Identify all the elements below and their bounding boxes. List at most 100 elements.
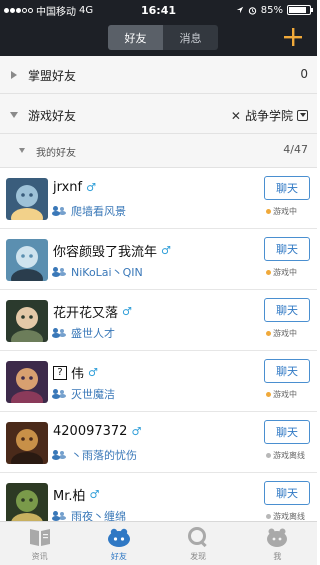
avatar-image [6,483,48,525]
server-filter-label: 战争学院 [244,109,293,123]
avatar[interactable] [6,239,48,281]
avatar[interactable] [6,483,48,525]
subgroup-label: 我的好友 [36,148,76,159]
friend-name-text: Mr.柏 [53,489,86,504]
people-icon [52,511,67,521]
people-icon [52,206,67,216]
avatar-image [6,422,48,464]
crossed-swords-icon: ✕ [230,108,241,123]
battery-fill [289,7,306,13]
chat-button[interactable]: 聊天 [264,298,310,322]
status-right: 85% [236,0,313,20]
tab-profile[interactable]: 我 [238,522,317,565]
tab-label: 发现 [190,552,207,561]
chat-button[interactable]: 聊天 [264,481,310,505]
friend-name-text: 420097372 [53,424,128,439]
presence-text: 游戏离线 [273,451,305,460]
add-friend-button[interactable] [279,23,307,51]
chat-button[interactable]: 聊天 [264,176,310,200]
people-icon [52,267,67,277]
presence-text: 游戏中 [273,207,297,216]
male-gender-icon: ♂ [88,366,98,379]
friend-name: 你容颜毁了我流年 ♂ [53,241,171,260]
tab-label: 好友 [110,552,127,561]
avatar[interactable] [6,361,48,403]
friend-row[interactable]: ? 伟 ♂ 灭世魔洁 聊天 游戏中 [0,351,317,412]
avatar[interactable] [6,300,48,342]
avatar[interactable] [6,422,48,464]
friend-game-name: 爬墙看风景 [52,203,126,219]
male-gender-icon: ♂ [89,488,100,501]
server-filter[interactable]: ✕ 战争学院 [231,107,308,124]
avatar[interactable] [6,178,48,220]
friend-row[interactable]: 花开花又落 ♂ 盛世人才 聊天 游戏中 [0,290,317,351]
people-icon [52,389,67,399]
friend-name-text: 伟 [71,367,85,382]
friend-game-name: 丶雨落的忧伤 [52,447,137,463]
presence-text: 游戏中 [273,390,297,399]
segmented-control: 好友 消息 [108,25,218,50]
alarm-clock-icon [248,6,256,15]
friend-row[interactable]: jrxnf ♂ 爬墙看风景 聊天 游戏中 [0,168,317,229]
male-gender-icon: ♂ [122,305,132,318]
tab-discover[interactable]: 发现 [159,522,238,565]
group-label: 游戏好友 [28,109,77,123]
group-game-friends[interactable]: 游戏好友 ✕ 战争学院 [0,94,317,134]
caret-down-icon [10,112,18,118]
male-gender-icon: ♂ [86,181,96,194]
location-arrow-icon [236,6,243,14]
people-icon [52,328,67,338]
friend-name: jrxnf ♂ [53,180,96,195]
presence-text: 游戏中 [273,268,297,277]
news-book-icon [29,529,50,546]
caret-right-icon [11,71,17,79]
game-name-text: 盛世人才 [71,327,115,340]
game-name-text: 丶雨落的忧伤 [71,449,137,462]
status-dot-icon [266,453,271,458]
chat-button[interactable]: 聊天 [264,359,310,383]
group-alliance-friends[interactable]: 掌盟好友 0 [0,56,317,94]
group-count: 0 [300,67,308,81]
game-name-text: NiKoLai丶QIN [71,266,143,279]
friend-name-text: jrxnf [53,180,83,195]
friend-name: 花开花又落 ♂ [53,302,132,321]
people-icon [52,450,67,460]
caret-down-icon [19,148,25,153]
friend-name: 420097372 ♂ [53,424,141,439]
avatar-image [6,239,48,281]
top-nav-bar: 好友 消息 [0,20,317,56]
avatar-image [6,361,48,403]
friend-name: Mr.柏 ♂ [53,485,99,504]
friend-row[interactable]: 你容颜毁了我流年 ♂ NiKoLai丶QIN 聊天 游戏中 [0,229,317,290]
group-label: 掌盟好友 [28,69,77,83]
battery-percent: 85% [260,4,283,16]
plus-icon [284,28,302,46]
friend-name-text: 花开花又落 [53,306,119,321]
dropdown-arrow-icon [297,110,308,121]
game-name-text: 爬墙看风景 [71,205,126,218]
status-dot-icon [266,392,271,397]
battery-icon [287,5,313,15]
status-dot-icon [266,270,271,275]
friend-row[interactable]: 420097372 ♂ 丶雨落的忧伤 聊天 游戏离线 [0,412,317,473]
bottom-tab-bar: 资讯 好友 发现 我 [0,521,317,565]
male-gender-icon: ♂ [131,425,142,438]
avatar-image [6,178,48,220]
chat-button[interactable]: 聊天 [264,420,310,444]
presence-status: 游戏中 [266,267,297,278]
status-bar: 中国移动 4G 16:41 85% [0,0,317,20]
presence-status: 游戏离线 [266,450,305,461]
tab-messages[interactable]: 消息 [163,25,218,50]
friend-game-name: NiKoLai丶QIN [52,264,143,280]
avatar-image [6,300,48,342]
tab-news[interactable]: 资讯 [0,522,79,565]
subgroup-my-friends[interactable]: 我的好友 4/47 [0,134,317,168]
friend-name: ? 伟 ♂ [53,363,98,382]
tab-label: 资讯 [31,552,48,561]
subgroup-count: 4/47 [283,143,308,156]
tab-friends-bottom[interactable]: 好友 [79,522,158,565]
friend-game-name: 灭世魔洁 [52,386,115,402]
chat-button[interactable]: 聊天 [264,237,310,261]
tab-friends[interactable]: 好友 [108,25,163,50]
friend-game-name: 盛世人才 [52,325,115,341]
